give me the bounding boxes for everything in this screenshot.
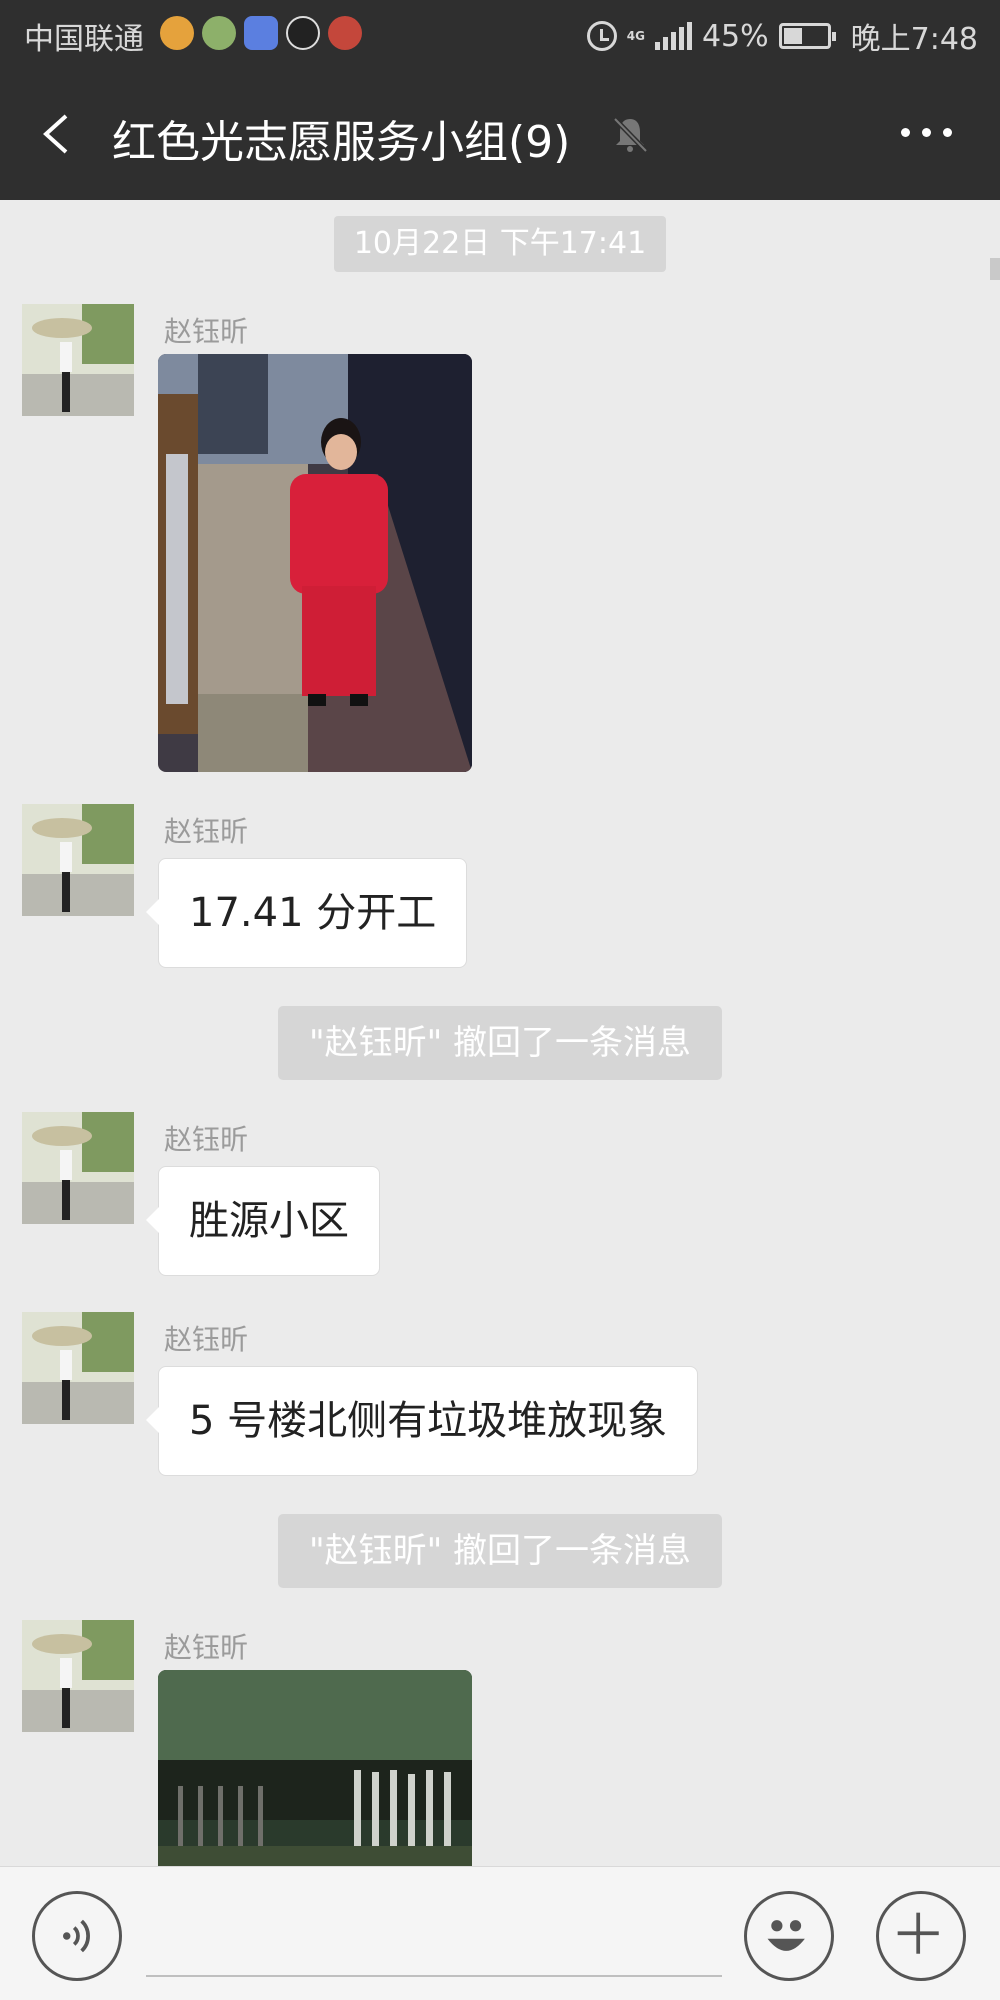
image-message[interactable] bbox=[158, 354, 472, 772]
signal-icon bbox=[654, 22, 692, 50]
sender-name: 赵钰昕 bbox=[164, 1323, 249, 1356]
image-message[interactable] bbox=[158, 1670, 472, 1866]
chat-title: 红色光志愿服务小组(9) bbox=[112, 117, 571, 168]
text-message-bubble[interactable]: 5 号楼北侧有垃圾堆放现象 bbox=[145, 1366, 699, 1476]
app-notification-icon bbox=[202, 16, 236, 50]
app-notification-icon bbox=[328, 16, 362, 50]
app-notification-icon bbox=[160, 16, 194, 50]
carrier-name: 中国联通 bbox=[24, 22, 144, 57]
mute-bell-icon bbox=[613, 117, 648, 153]
app-notification-icon bbox=[244, 16, 278, 50]
avatar[interactable] bbox=[22, 1312, 134, 1424]
alarm-icon bbox=[586, 21, 617, 51]
voice-icon bbox=[63, 1919, 90, 1953]
network-type-icon: 4G bbox=[627, 30, 645, 42]
smiley-icon bbox=[767, 1920, 805, 1951]
chat-header: 红色光志愿服务小组(9) bbox=[0, 68, 1000, 200]
avatar[interactable] bbox=[22, 1112, 134, 1224]
more-functions-button[interactable] bbox=[876, 1891, 966, 1981]
clock: 晚上7:48 bbox=[850, 22, 978, 57]
sender-name: 赵钰昕 bbox=[164, 815, 249, 848]
emoji-button[interactable] bbox=[744, 1891, 834, 1981]
text-message-bubble[interactable]: 17.41 分开工 bbox=[145, 858, 468, 968]
message-input[interactable] bbox=[146, 1975, 722, 1977]
app-notification-icon bbox=[286, 16, 320, 50]
sender-name: 赵钰昕 bbox=[164, 1123, 249, 1156]
sender-name: 赵钰昕 bbox=[164, 315, 249, 348]
scrollbar[interactable] bbox=[990, 258, 1000, 280]
battery-icon bbox=[778, 23, 836, 49]
battery-percent: 45% bbox=[701, 18, 769, 54]
status-bar: 中国联通 4G 45% 晚上7:48 bbox=[0, 0, 1000, 68]
avatar[interactable] bbox=[22, 304, 134, 416]
avatar[interactable] bbox=[22, 1620, 134, 1732]
chat-timestamp: 10月22日 下午17:41 bbox=[334, 216, 666, 272]
back-icon[interactable] bbox=[38, 112, 78, 156]
voice-input-button[interactable] bbox=[32, 1891, 122, 1981]
recall-notice: "赵钰昕" 撤回了一条消息 bbox=[278, 1006, 722, 1080]
more-options-icon[interactable] bbox=[901, 128, 952, 137]
plus-icon bbox=[897, 1912, 939, 1954]
avatar[interactable] bbox=[22, 804, 134, 916]
input-bar bbox=[0, 1866, 1000, 2000]
text-message-bubble[interactable]: 胜源小区 bbox=[146, 1166, 380, 1276]
notification-icons bbox=[160, 16, 362, 50]
network-type-label: 4G bbox=[626, 29, 645, 43]
recall-notice: "赵钰昕" 撤回了一条消息 bbox=[278, 1514, 722, 1588]
sender-name: 赵钰昕 bbox=[164, 1631, 249, 1664]
